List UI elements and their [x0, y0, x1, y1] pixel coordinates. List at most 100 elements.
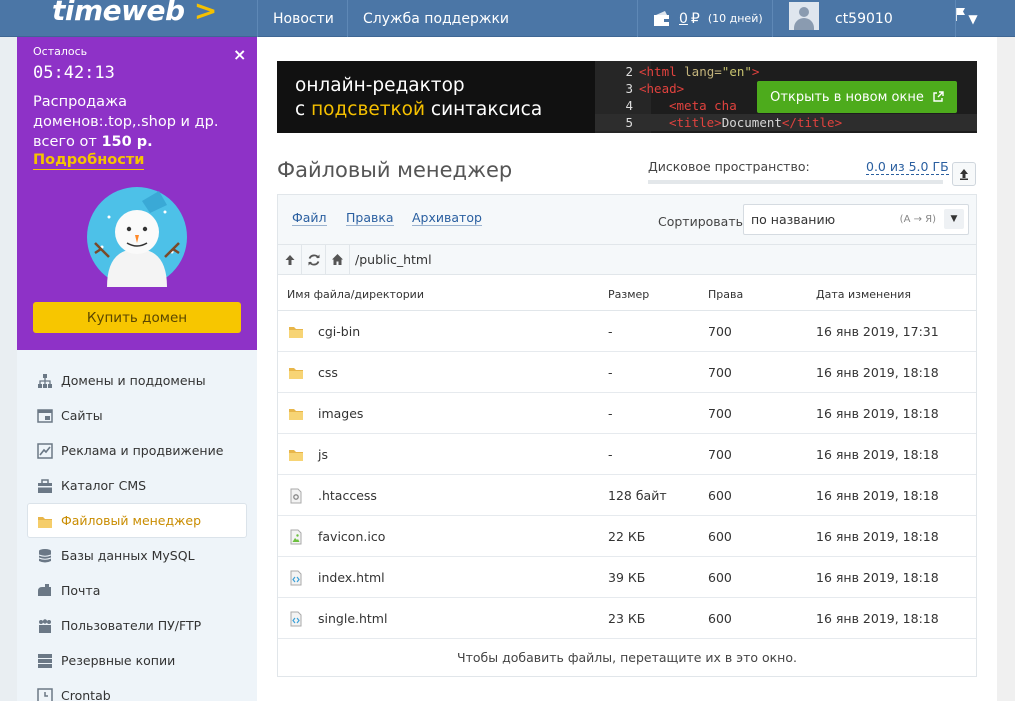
home-button[interactable]: [326, 245, 350, 274]
toolbox-icon: [38, 479, 52, 493]
menu-edit[interactable]: Правка: [346, 211, 394, 226]
file-manager-panel: Файл Правка Архиватор Сортировать: по на…: [277, 194, 977, 677]
menu-file[interactable]: Файл: [292, 211, 327, 226]
code-line: 4 <meta cha: [625, 98, 737, 113]
column-name[interactable]: Имя файла/директории: [287, 288, 424, 301]
sidebar-item-ads[interactable]: Реклама и продвижение: [17, 433, 257, 468]
sidebar-item-ftp-users[interactable]: Пользователи ПУ/FTP: [17, 608, 257, 643]
file-modified: 16 янв 2019, 18:18: [816, 570, 939, 585]
nav-news-link[interactable]: Новости: [257, 0, 347, 37]
main-content: онлайн-редактор с подсветкой синтаксиса …: [257, 37, 997, 701]
folder-icon: [289, 327, 303, 338]
file-name[interactable]: images: [318, 406, 363, 421]
promo-more-link[interactable]: Подробности: [33, 152, 145, 170]
close-icon[interactable]: ×: [233, 45, 246, 64]
table-row[interactable]: index.html 39 КБ 600 16 янв 2019, 18:18: [278, 557, 976, 598]
file-size: 39 КБ: [608, 570, 646, 585]
refresh-button[interactable]: [302, 245, 326, 274]
home-icon: [332, 254, 343, 265]
file-perms: 700: [708, 447, 732, 462]
html-file-icon: [290, 570, 302, 586]
balance[interactable]: 0 ₽ (10 дней): [637, 0, 772, 37]
file-modified: 16 янв 2019, 18:18: [816, 365, 939, 380]
promo-remaining-label: Осталось: [33, 45, 88, 58]
sidebar-item-mysql[interactable]: Базы данных MySQL: [17, 538, 257, 573]
folder-icon: [289, 409, 303, 420]
arrow-up-icon: [285, 254, 294, 265]
sidebar-item-backups[interactable]: Резервные копии: [17, 643, 257, 678]
table-row[interactable]: css - 700 16 янв 2019, 18:18: [278, 352, 976, 393]
column-modified[interactable]: Дата изменения: [816, 288, 911, 301]
open-in-new-window-button[interactable]: Открыть в новом окне: [757, 81, 957, 113]
user-menu-dropdown[interactable]: ▼: [955, 0, 990, 37]
file-name[interactable]: .htaccess: [318, 488, 377, 503]
file-perms: 700: [708, 365, 732, 380]
sitemap-icon: [38, 374, 52, 388]
column-size[interactable]: Размер: [608, 288, 649, 301]
file-name[interactable]: js: [318, 447, 328, 462]
mailbox-icon: [38, 584, 51, 596]
clock-icon: [37, 688, 53, 701]
buy-domain-button[interactable]: Купить домен: [33, 302, 241, 333]
refresh-icon: [308, 254, 319, 265]
sidebar-item-crontab[interactable]: Crontab: [17, 678, 257, 701]
menu-archiver[interactable]: Архиватор: [412, 211, 482, 226]
path-bar: /public_html: [278, 245, 976, 275]
upload-arrow-icon: [960, 169, 968, 180]
nav-support-link[interactable]: Служба поддержки: [347, 0, 965, 37]
table-row[interactable]: favicon.ico 22 КБ 600 16 янв 2019, 18:18: [278, 516, 976, 557]
balance-currency: ₽: [690, 10, 700, 27]
column-perms[interactable]: Права: [708, 288, 743, 301]
file-perms: 600: [708, 611, 732, 626]
file-modified: 16 янв 2019, 18:18: [816, 529, 939, 544]
sort-select[interactable]: по названию (А → Я) ▼: [743, 204, 969, 235]
table-row[interactable]: .htaccess 128 байт 600 16 янв 2019, 18:18: [278, 475, 976, 516]
go-up-button[interactable]: [278, 245, 302, 274]
file-name[interactable]: index.html: [318, 570, 385, 585]
sidebar-menu: Домены и поддомены Сайты Реклама и продв…: [17, 363, 257, 701]
external-link-icon: [933, 91, 944, 102]
folder-icon: [289, 450, 303, 461]
file-name[interactable]: cgi-bin: [318, 324, 360, 339]
server-icon: [38, 654, 52, 668]
file-name[interactable]: css: [318, 365, 338, 380]
file-size: -: [608, 406, 613, 421]
chart-icon: [37, 443, 53, 459]
timeweb-logo[interactable]: timeweb >: [52, 0, 217, 27]
table-row[interactable]: single.html 23 КБ 600 16 янв 2019, 18:18: [278, 598, 976, 639]
sidebar-item-sites[interactable]: Сайты: [17, 398, 257, 433]
file-size: -: [608, 447, 613, 462]
disk-space-value[interactable]: 0.0 из 5.0 ГБ: [866, 159, 949, 175]
table-row[interactable]: cgi-bin - 700 16 янв 2019, 17:31: [278, 311, 976, 352]
scrollbar[interactable]: [997, 37, 1015, 701]
user-account[interactable]: ct59010: [772, 0, 955, 37]
users-icon: [39, 619, 51, 633]
editor-banner[interactable]: онлайн-редактор с подсветкой синтаксиса …: [277, 61, 977, 133]
sidebar-item-domains[interactable]: Домены и поддомены: [17, 363, 257, 398]
file-name[interactable]: single.html: [318, 611, 387, 626]
promo-text: Распродажа доменов:.top,.shop и др. всег…: [33, 94, 219, 150]
caret-down-icon: ▼: [944, 209, 964, 229]
balance-days: (10 дней): [707, 12, 763, 25]
table-row[interactable]: js - 700 16 янв 2019, 18:18: [278, 434, 976, 475]
snowman-illustration: [87, 187, 187, 287]
file-name[interactable]: favicon.ico: [318, 529, 385, 544]
sidebar-item-cms[interactable]: Каталог CMS: [17, 468, 257, 503]
sidebar-item-mail[interactable]: Почта: [17, 573, 257, 608]
upload-button[interactable]: [952, 162, 976, 186]
caret-down-icon: ▼: [968, 11, 978, 26]
file-perms: 600: [708, 570, 732, 585]
folder-icon: [289, 368, 303, 379]
disk-space-label: Дисковое пространство:: [648, 159, 810, 174]
file-size: 22 КБ: [608, 529, 646, 544]
file-size: -: [608, 324, 613, 339]
table-row[interactable]: images - 700 16 янв 2019, 18:18: [278, 393, 976, 434]
file-modified: 16 янв 2019, 17:31: [816, 324, 939, 339]
file-perms: 600: [708, 488, 732, 503]
sidebar-item-file-manager[interactable]: Файловый менеджер: [27, 503, 247, 538]
sort-label: Сортировать:: [658, 214, 748, 229]
file-size: 128 байт: [608, 488, 667, 503]
code-line: 3 <head>: [625, 81, 685, 96]
file-modified: 16 янв 2019, 18:18: [816, 447, 939, 462]
code-line: 5 <title>Document</title>: [595, 114, 977, 131]
